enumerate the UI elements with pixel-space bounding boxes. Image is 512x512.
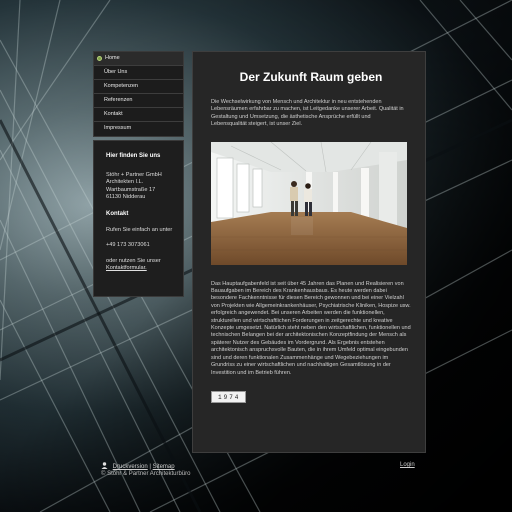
main-content: Der Zukunft Raum geben Die Wechselwirkun… bbox=[192, 51, 426, 453]
nav-item-impressum[interactable]: Impressum bbox=[94, 122, 183, 136]
copyright-text: © Stöhr & Partner Architekturbüro bbox=[101, 471, 191, 477]
nav-item-label: Kontakt bbox=[104, 111, 123, 117]
nav-item-home[interactable]: Home bbox=[94, 52, 183, 66]
address-line: Architekten I.L. bbox=[106, 179, 144, 186]
contact-form-link[interactable]: Kontaktformular. bbox=[106, 265, 147, 271]
address-line: Stöhr + Partner GmbH bbox=[106, 172, 162, 179]
nav-item-label: Impressum bbox=[104, 125, 132, 131]
page-title: Der Zukunft Raum geben bbox=[239, 70, 383, 84]
visitor-counter: 1974 bbox=[211, 390, 247, 403]
phone-number: +49 173 3073061 bbox=[106, 242, 150, 249]
sitemap-link[interactable]: Sitemap bbox=[153, 464, 175, 470]
address-block: Stöhr + Partner GmbH Architekten I.L. Wa… bbox=[106, 172, 177, 201]
nav-item-ueber-uns[interactable]: Über Uns bbox=[94, 66, 183, 80]
address-line: Wartbaumstraße 17 bbox=[106, 186, 156, 193]
footer-separator: | bbox=[149, 464, 151, 470]
active-bullet-icon bbox=[97, 56, 102, 61]
login-link[interactable]: Login bbox=[400, 462, 415, 468]
address-line: 61130 Nidderau bbox=[106, 193, 146, 200]
location-heading: Hier finden Sie uns bbox=[106, 153, 161, 159]
contact-heading: Kontakt bbox=[106, 211, 129, 218]
body-paragraph: Das Hauptaufgabenfeld ist seit über 45 J… bbox=[211, 280, 411, 376]
intro-paragraph: Die Wechselwirkung von Mensch und Archit… bbox=[211, 99, 404, 128]
print-version-link[interactable]: Druckversion bbox=[113, 464, 148, 470]
person-icon bbox=[101, 462, 108, 469]
nav-item-label: Referenzen bbox=[104, 97, 133, 103]
nav-item-label: Kompetenzen bbox=[104, 83, 138, 89]
main-navigation: Home Über Uns Kompetenzen Referenzen Kon… bbox=[93, 51, 184, 137]
footer-links: Druckversion | Sitemap bbox=[101, 462, 175, 470]
contact-form-prefix: oder nutzen Sie unser bbox=[106, 257, 161, 264]
call-text: Rufen Sie einfach an unter bbox=[106, 227, 173, 234]
sidebar-info-box: Hier finden Sie uns Stöhr + Partner GmbH… bbox=[93, 140, 184, 297]
nav-item-referenzen[interactable]: Referenzen bbox=[94, 94, 183, 108]
nav-item-kontakt[interactable]: Kontakt bbox=[94, 108, 183, 122]
nav-item-kompetenzen[interactable]: Kompetenzen bbox=[94, 80, 183, 94]
nav-item-label: Home bbox=[105, 55, 120, 61]
nav-item-label: Über Uns bbox=[104, 69, 128, 75]
contact-form-text: oder nutzen Sie unser Kontaktformular. bbox=[106, 258, 177, 272]
office-photo bbox=[211, 141, 407, 265]
